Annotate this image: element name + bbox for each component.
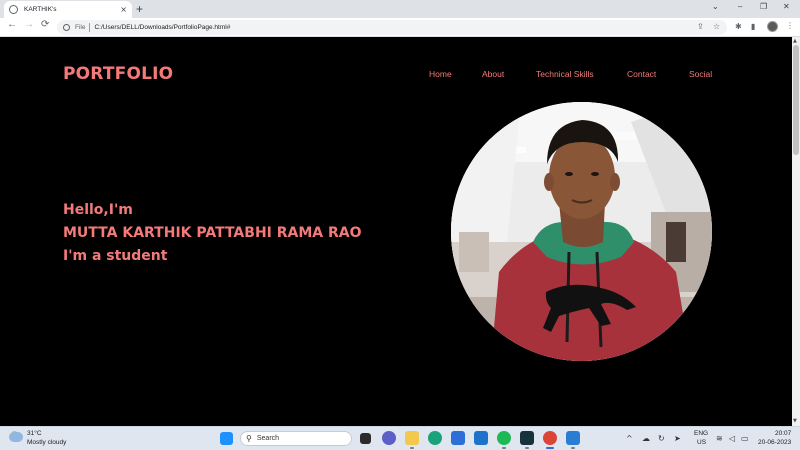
whatsapp-icon[interactable] — [520, 431, 534, 445]
windows-start-icon[interactable] — [220, 432, 233, 445]
onedrive-icon[interactable]: ☁ — [642, 434, 650, 443]
browser-tab[interactable]: KARTHIK's × — [4, 1, 132, 18]
browser-menu-icon[interactable]: ⋮ — [786, 21, 794, 30]
edge-browser-icon[interactable] — [428, 431, 442, 445]
weather-temperature: 31°C — [27, 430, 42, 437]
volume-icon[interactable]: ◁ — [729, 434, 735, 443]
region-indicator[interactable]: US — [697, 439, 706, 446]
reload-button[interactable]: ⟳ — [41, 19, 49, 30]
url-scheme-label: File — [75, 24, 86, 31]
running-indicator — [571, 447, 575, 449]
back-button[interactable]: ← — [7, 19, 17, 30]
cloud-icon — [9, 432, 23, 442]
nav-link-about[interactable]: About — [482, 69, 504, 79]
info-icon[interactable] — [63, 24, 70, 31]
teams-chat-icon[interactable] — [382, 431, 396, 445]
scroll-up-arrow-icon[interactable]: ▲ — [793, 38, 797, 44]
active-app-indicator — [546, 447, 554, 449]
language-indicator[interactable]: ENG — [694, 430, 708, 437]
wifi-icon[interactable]: ≋ — [716, 434, 723, 443]
profile-photo — [451, 102, 712, 361]
address-bar[interactable]: File C:/Users/DELL/Downloads/PortfolioPa… — [57, 20, 727, 35]
nav-link-home[interactable]: Home — [429, 69, 452, 79]
site-logo[interactable]: PORTFOLIO — [63, 64, 173, 84]
spotify-icon[interactable] — [497, 431, 511, 445]
browser-toolbar: ← → ⟳ File C:/Users/DELL/Downloads/Portf… — [0, 18, 800, 37]
clock-date[interactable]: 20-06-2023 — [758, 439, 791, 446]
search-icon: ⚲ — [246, 434, 252, 443]
tray-overflow-caret-icon[interactable]: ^ — [626, 434, 633, 443]
vscode-icon[interactable] — [566, 431, 580, 445]
microsoft-store-icon[interactable] — [451, 431, 465, 445]
new-tab-button[interactable]: + — [136, 2, 143, 16]
scroll-down-arrow-icon[interactable]: ▼ — [793, 418, 797, 424]
hero-intro: Hello,I'm MUTTA KARTHIK PATTABHI RAMA RA… — [63, 199, 362, 268]
clock-time[interactable]: 20:07 — [775, 430, 791, 437]
send-icon[interactable]: ➤ — [674, 434, 681, 443]
file-explorer-icon[interactable] — [405, 431, 419, 445]
running-indicator — [502, 447, 506, 449]
weather-description: Mostly cloudy — [27, 439, 67, 446]
chrome-icon[interactable] — [543, 431, 557, 445]
nav-link-technical-skills[interactable]: Technical Skills — [536, 69, 594, 79]
share-icon[interactable]: ⇪ — [697, 22, 704, 31]
hero-name: MUTTA KARTHIK PATTABHI RAMA RAO — [63, 225, 362, 241]
page-viewport: PORTFOLIO Home About Technical Skills Co… — [0, 37, 792, 426]
sync-icon[interactable]: ↻ — [658, 434, 665, 443]
battery-icon[interactable]: ▭ — [741, 434, 749, 443]
running-indicator — [525, 447, 529, 449]
profile-avatar[interactable] — [767, 21, 778, 32]
taskbar-search-label: Search — [256, 435, 280, 442]
hero-tagline: I'm a student — [63, 248, 168, 264]
url-separator — [89, 23, 91, 32]
forward-button[interactable]: → — [24, 19, 34, 30]
tab-close-icon[interactable]: × — [120, 5, 127, 14]
page-scrollbar[interactable]: ▲ ▼ — [792, 37, 800, 426]
mail-icon[interactable] — [474, 431, 488, 445]
taskbar-search-box[interactable]: ⚲ Search — [240, 431, 352, 446]
minimize-button[interactable]: – — [738, 2, 742, 11]
profile-photo-illustration — [451, 102, 712, 361]
tab-title: KARTHIK's — [24, 6, 57, 13]
nav-link-contact[interactable]: Contact — [627, 69, 656, 79]
globe-icon — [9, 5, 18, 14]
extensions-icon[interactable]: ✱ — [735, 22, 742, 31]
side-panel-icon[interactable]: ▮ — [751, 22, 755, 31]
scrollbar-thumb[interactable] — [793, 45, 799, 155]
close-window-button[interactable]: ✕ — [783, 2, 790, 11]
tab-search-chevron-icon[interactable]: ⌄ — [712, 2, 719, 11]
task-view-icon[interactable] — [360, 433, 371, 444]
hero-greeting: Hello,I'm — [63, 202, 133, 218]
restore-button[interactable]: ❐ — [760, 2, 767, 11]
nav-link-social[interactable]: Social — [689, 69, 712, 79]
windows-taskbar: 31°C Mostly cloudy ⚲ Search ^ ☁ ↻ ➤ ENG … — [0, 426, 800, 450]
url-text[interactable]: C:/Users/DELL/Downloads/PortfolioPage.ht… — [94, 24, 230, 31]
bookmark-star-icon[interactable]: ☆ — [713, 22, 720, 31]
browser-tab-strip: KARTHIK's × + ⌄ – ❐ ✕ — [0, 0, 800, 18]
running-indicator — [410, 447, 414, 449]
